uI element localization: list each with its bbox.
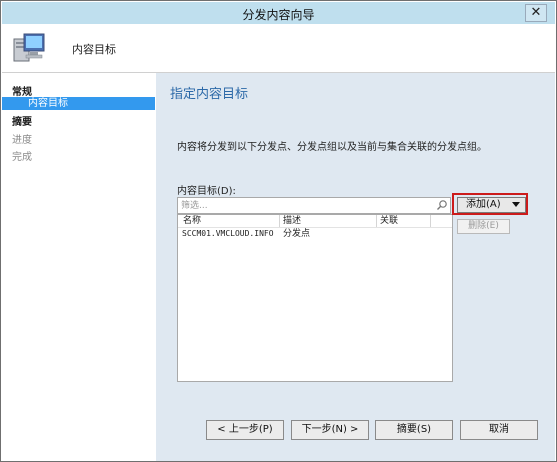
content-destination-label: 内容目标(D): xyxy=(177,186,236,197)
content-destination-list[interactable]: 名称 描述 关联 SCCM01.VMCLOUD.INFO 分发点 xyxy=(177,214,453,382)
column-header-name[interactable]: 名称 xyxy=(183,215,201,227)
banner-title: 内容目标 xyxy=(72,43,116,56)
column-divider[interactable] xyxy=(430,215,431,227)
list-header: 名称 描述 关联 xyxy=(178,215,452,228)
close-button[interactable]: ✕ xyxy=(525,4,547,22)
content-pane: 指定内容目标 内容将分发到以下分发点、分发点组以及当前与集合关联的分发点组。 内… xyxy=(156,73,555,461)
filter-input[interactable] xyxy=(178,199,431,213)
wizard-sidebar: 常规 内容目标 摘要 进度 完成 xyxy=(2,73,156,461)
remove-button: 删除(E) xyxy=(457,219,510,234)
previous-button[interactable]: < 上一步(P) xyxy=(206,420,284,440)
add-button-label: 添加(A) xyxy=(466,199,501,210)
add-button[interactable]: 添加(A) xyxy=(457,197,526,213)
column-divider[interactable] xyxy=(376,215,377,227)
summary-button[interactable]: 摘要(S) xyxy=(375,420,453,440)
page-description: 内容将分发到以下分发点、分发点组以及当前与集合关联的分发点组。 xyxy=(177,142,487,153)
wizard-window: 分发内容向导 ✕ 内容目标 常规 内容目标 摘要 进度 完成 指定内容目标 内容… xyxy=(0,0,557,462)
column-divider[interactable] xyxy=(279,215,280,227)
title-bar: 分发内容向导 ✕ xyxy=(2,2,555,24)
search-icon[interactable] xyxy=(436,199,448,211)
sidebar-item-content-destination[interactable]: 内容目标 xyxy=(2,97,155,110)
sidebar-item-label: 内容目标 xyxy=(28,98,68,109)
row-description: 分发点 xyxy=(283,229,311,239)
wizard-banner: 内容目标 xyxy=(2,24,555,73)
window-title: 分发内容向导 xyxy=(242,8,315,22)
sidebar-item-summary[interactable]: 摘要 xyxy=(12,113,32,128)
row-name: SCCM01.VMCLOUD.INFO xyxy=(182,229,274,238)
computer-monitor-icon xyxy=(13,33,45,62)
sidebar-item-general[interactable]: 常规 xyxy=(12,83,32,98)
filter-box xyxy=(177,197,451,214)
sidebar-item-progress: 进度 xyxy=(12,135,32,146)
dropdown-arrow-icon[interactable] xyxy=(512,202,520,207)
next-button[interactable]: 下一步(N) > xyxy=(291,420,369,440)
table-row[interactable]: SCCM01.VMCLOUD.INFO 分发点 xyxy=(178,228,452,240)
cancel-button[interactable]: 取消 xyxy=(460,420,538,440)
column-header-description[interactable]: 描述 xyxy=(283,215,301,227)
column-header-association[interactable]: 关联 xyxy=(380,215,398,227)
close-icon: ✕ xyxy=(530,5,542,20)
sidebar-item-completion: 完成 xyxy=(12,152,32,163)
page-title: 指定内容目标 xyxy=(170,87,249,102)
